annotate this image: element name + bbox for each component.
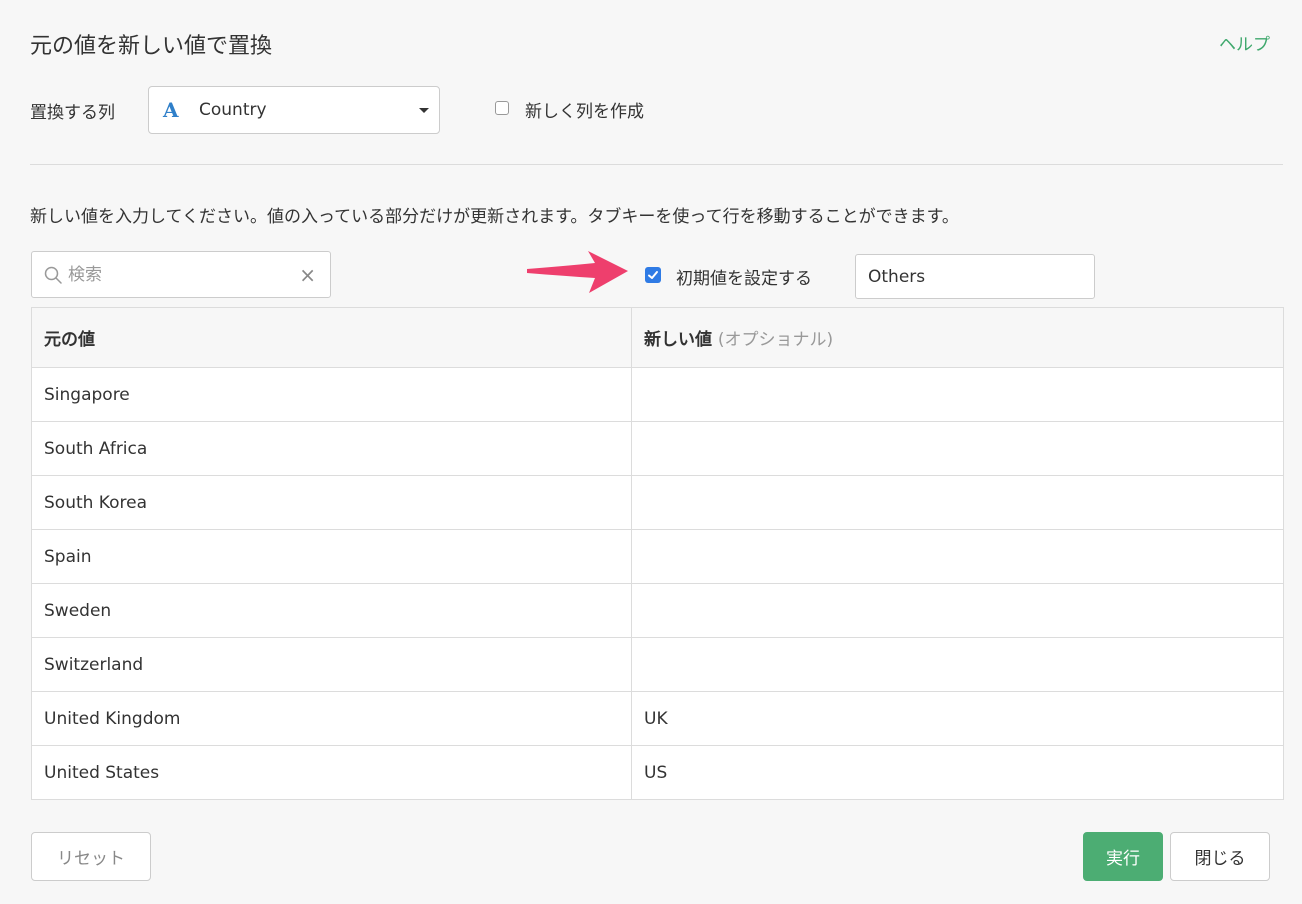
new-value-input[interactable] bbox=[644, 546, 1271, 567]
default-value-label: 初期値を設定する bbox=[676, 269, 812, 289]
arrow-annotation-icon bbox=[527, 251, 628, 293]
new-value-input[interactable] bbox=[644, 384, 1271, 405]
help-link[interactable]: ヘルプ bbox=[1219, 30, 1270, 55]
original-value-cell: Switzerland bbox=[31, 637, 632, 692]
new-value-input[interactable] bbox=[644, 708, 1271, 729]
column-select-dropdown[interactable]: A Country bbox=[148, 86, 440, 134]
new-value-cell[interactable] bbox=[631, 529, 1284, 584]
original-value-cell: South Korea bbox=[31, 475, 632, 530]
close-icon[interactable]: × bbox=[299, 263, 316, 287]
search-icon bbox=[44, 266, 62, 284]
reset-button[interactable]: リセット bbox=[31, 832, 151, 881]
replace-values-dialog: 元の値を新しい値で置換 ヘルプ 置換する列 A Country 新しく列を作成 … bbox=[0, 0, 1302, 904]
dialog-title: 元の値を新しい値で置換 bbox=[30, 34, 273, 59]
string-type-icon: A bbox=[163, 98, 179, 122]
table-header-row: 元の値 新しい値 (オプショナル) bbox=[31, 307, 1284, 368]
default-value-input[interactable] bbox=[855, 254, 1095, 299]
new-value-cell[interactable] bbox=[631, 367, 1284, 422]
original-value-cell: United Kingdom bbox=[31, 691, 632, 746]
search-box: × bbox=[31, 251, 331, 298]
header-original-value: 元の値 bbox=[31, 307, 632, 368]
caret-down-icon bbox=[419, 107, 429, 113]
new-column-label: 新しく列を作成 bbox=[525, 102, 644, 122]
table-row: United States bbox=[31, 745, 1284, 800]
original-value-cell: Sweden bbox=[31, 583, 632, 638]
column-select-label: 置換する列 bbox=[30, 103, 115, 123]
divider bbox=[30, 164, 1283, 165]
new-value-input[interactable] bbox=[644, 600, 1271, 621]
column-select-value: Country bbox=[199, 100, 267, 120]
original-value-cell: South Africa bbox=[31, 421, 632, 476]
new-value-cell[interactable] bbox=[631, 745, 1284, 800]
new-value-input[interactable] bbox=[644, 762, 1271, 783]
new-value-cell[interactable] bbox=[631, 637, 1284, 692]
new-value-cell[interactable] bbox=[631, 475, 1284, 530]
original-value-cell: Spain bbox=[31, 529, 632, 584]
table-row: South Korea bbox=[31, 475, 1284, 530]
header-new-label: 新しい値 bbox=[644, 330, 712, 350]
header-new-value: 新しい値 (オプショナル) bbox=[631, 307, 1284, 368]
close-button[interactable]: 閉じる bbox=[1170, 832, 1270, 881]
header-original-label: 元の値 bbox=[44, 330, 95, 350]
table-row: Sweden bbox=[31, 583, 1284, 638]
search-input[interactable] bbox=[68, 264, 300, 285]
header-optional-note: (オプショナル) bbox=[717, 330, 834, 350]
new-column-checkbox[interactable] bbox=[495, 101, 509, 115]
original-value-cell: United States bbox=[31, 745, 632, 800]
table-row: Spain bbox=[31, 529, 1284, 584]
table-row: United Kingdom bbox=[31, 691, 1284, 746]
default-value-checkbox[interactable] bbox=[645, 267, 661, 283]
table-row: Singapore bbox=[31, 367, 1284, 422]
new-value-cell[interactable] bbox=[631, 421, 1284, 476]
new-value-input[interactable] bbox=[644, 492, 1271, 513]
original-value-cell: Singapore bbox=[31, 367, 632, 422]
checkmark-icon bbox=[648, 271, 658, 279]
new-value-input[interactable] bbox=[644, 438, 1271, 459]
table-row: Switzerland bbox=[31, 637, 1284, 692]
replace-values-table: 元の値 新しい値 (オプショナル) Singapore South Africa… bbox=[31, 307, 1284, 800]
table-row: South Africa bbox=[31, 421, 1284, 476]
new-value-cell[interactable] bbox=[631, 691, 1284, 746]
new-value-cell[interactable] bbox=[631, 583, 1284, 638]
new-value-input[interactable] bbox=[644, 654, 1271, 675]
instruction-text: 新しい値を入力してください。値の入っている部分だけが更新されます。タブキーを使っ… bbox=[30, 207, 959, 227]
run-button[interactable]: 実行 bbox=[1083, 832, 1163, 881]
